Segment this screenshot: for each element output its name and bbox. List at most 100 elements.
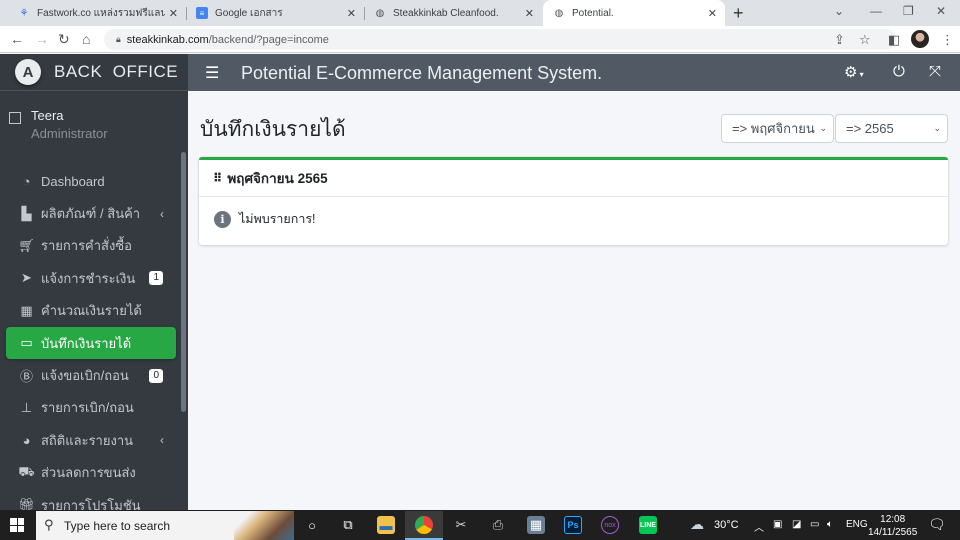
share-icon[interactable]: ⇪ bbox=[834, 32, 845, 48]
taskbar-search-box[interactable]: ⚲ Type here to search bbox=[36, 511, 294, 540]
app-icon[interactable]: ✂ bbox=[452, 516, 470, 534]
back-button[interactable]: ← bbox=[10, 31, 24, 47]
fastwork-icon: ⚘ bbox=[19, 7, 29, 19]
restore-button[interactable]: ❐ bbox=[903, 4, 914, 18]
file-explorer-icon[interactable]: ▬ bbox=[377, 516, 395, 534]
sidebar-item-payment-notify[interactable]: ➤ แจ้งการชำระเงิน 1 bbox=[0, 262, 176, 294]
url-host: steakkinkab.com bbox=[126, 33, 209, 46]
fullscreen-icon[interactable]: ⤧ bbox=[929, 63, 941, 80]
forward-button[interactable]: → bbox=[35, 31, 49, 47]
tab-title: Fastwork.co แหล่งรวมฟรีแลนซ์คุณภ bbox=[37, 7, 165, 19]
globe-icon: ◍ bbox=[375, 7, 385, 19]
sidebar-item-dashboard[interactable]: ◔ Dashboard bbox=[0, 165, 176, 197]
browser-tab[interactable]: ⚘ Fastwork.co แหล่งรวมฟรีแลนซ์คุณภ ✕ bbox=[8, 0, 186, 26]
language-indicator[interactable]: ENG bbox=[846, 519, 868, 530]
sidebar-item-label: รายการเบิก/ถอน bbox=[41, 400, 134, 416]
tray-chevron-up-icon[interactable]: ︿ bbox=[754, 519, 764, 534]
chevron-left-icon: ‹ bbox=[160, 206, 164, 221]
url-input[interactable]: 🔒︎ steakkinkab.com/backend/?page=income bbox=[104, 29, 896, 50]
user-role: Administrator bbox=[31, 126, 108, 141]
car-icon: ⛟ bbox=[18, 463, 35, 479]
month-select[interactable]: => พฤศจิกายน ⌄ bbox=[721, 114, 834, 143]
weather-icon: ☁ bbox=[690, 516, 704, 532]
sidebar-item-withdraw-request[interactable]: Ⓑ แจ้งขอเบิก/ถอน 0 bbox=[0, 359, 176, 391]
reload-button[interactable]: ↻ bbox=[58, 31, 70, 48]
browser-tab-active[interactable]: ◍ Potential. ✕ bbox=[543, 0, 725, 26]
tray-app-icon[interactable]: ◪ bbox=[792, 519, 801, 530]
user-panel[interactable]: Teera Administrator bbox=[0, 91, 188, 149]
close-tab-icon[interactable]: ✕ bbox=[169, 7, 178, 20]
income-card: ⠿ พฤศจิกายน 2565 i ไม่พบรายการ! bbox=[199, 157, 948, 245]
sidebar-item-withdraw-list[interactable]: ⊥ รายการเบิก/ถอน bbox=[0, 392, 176, 424]
sidebar-item-statistics[interactable]: ◕ สถิติและรายงาน ‹ bbox=[0, 424, 176, 456]
notification-center-icon[interactable]: 🗨︎ bbox=[928, 516, 946, 533]
browser-tab-bar: ⚘ Fastwork.co แหล่งรวมฟรีแลนซ์คุณภ ✕ ≡ G… bbox=[0, 0, 960, 26]
address-bar-row: ← → ↻ ⌂ 🔒︎ steakkinkab.com/backend/?page… bbox=[0, 26, 960, 53]
profile-avatar[interactable] bbox=[911, 30, 929, 48]
close-tab-icon[interactable]: ✕ bbox=[525, 7, 534, 20]
hamburger-menu-icon[interactable]: ☰ bbox=[205, 63, 219, 83]
new-tab-button[interactable]: + bbox=[733, 3, 744, 24]
weather-temp[interactable]: 30°C bbox=[714, 519, 739, 531]
sidebar-item-income-calc[interactable]: ▦ คำนวณเงินรายได้ bbox=[0, 295, 176, 327]
browser-menu-icon[interactable]: ⋮ bbox=[941, 32, 954, 48]
info-icon: i bbox=[214, 210, 231, 228]
system-title: Potential E-Commerce Management System. bbox=[241, 63, 603, 83]
tray-meet-icon[interactable]: ▣ bbox=[773, 519, 782, 530]
volume-icon[interactable]: 🔈︎ bbox=[827, 519, 833, 530]
sidebar-item-label: แจ้งขอเบิก/ถอน bbox=[41, 368, 129, 384]
sidebar-item-label: บันทึกเงินรายได้ bbox=[41, 335, 132, 351]
battery-icon[interactable]: ▭ bbox=[810, 519, 819, 530]
globe-icon: ◍ bbox=[554, 7, 564, 19]
settings-gear-icon[interactable]: ⚙ ▾ bbox=[844, 63, 864, 81]
chrome-icon[interactable] bbox=[415, 516, 433, 534]
tab-title: Steakkinkab Cleanfood. bbox=[393, 7, 499, 19]
bookmark-star-icon[interactable]: ☆ bbox=[859, 32, 871, 48]
sidebar-item-label: รายการคำสั่งซื้อ bbox=[41, 238, 132, 254]
sidebar-item-label: ส่วนลดการขนส่ง bbox=[41, 465, 136, 481]
sidebar-item-promotions[interactable]: 🎁︎ รายการโปรโมชัน bbox=[0, 489, 176, 510]
cortana-icon[interactable]: ○ bbox=[303, 516, 321, 534]
chevron-down-icon: ⌄ bbox=[933, 123, 941, 133]
calculator-app-icon[interactable]: ▦ bbox=[527, 516, 545, 534]
products-icon: ▙ bbox=[21, 205, 32, 221]
sidebar-item-income-record[interactable]: ▭ บันทึกเงินรายได้ bbox=[6, 326, 176, 360]
minimize-button[interactable]: — bbox=[870, 4, 882, 18]
windows-start-icon[interactable] bbox=[10, 518, 24, 532]
browser-tab[interactable]: ◍ Steakkinkab Cleanfood. ✕ bbox=[364, 0, 542, 26]
sidebar-item-orders[interactable]: 🛒︎ รายการคำสั่งซื้อ bbox=[0, 230, 176, 262]
task-view-icon[interactable]: ⧉ bbox=[339, 516, 357, 534]
browser-tab[interactable]: ≡ Google เอกสาร ✕ bbox=[186, 0, 364, 26]
close-window-button[interactable]: ✕ bbox=[936, 4, 946, 18]
photoshop-icon[interactable]: Ps bbox=[564, 516, 582, 534]
close-tab-icon[interactable]: ✕ bbox=[708, 7, 717, 20]
windows-taskbar: ⚲ Type here to search ○ ⧉ ▬ ✂ ⎙ ▦ Ps nox… bbox=[0, 510, 960, 540]
brand-link[interactable]: A BACK OFFICE bbox=[0, 54, 188, 91]
bitcoin-icon: Ⓑ bbox=[19, 369, 33, 385]
sidebar-scrollbar[interactable] bbox=[181, 152, 186, 412]
year-select[interactable]: => 2565 ⌄ bbox=[835, 114, 948, 143]
sidebar-item-shipping-discount[interactable]: ⛟ ส่วนลดการขนส่ง bbox=[0, 457, 176, 489]
chart-pie-icon: ◕ bbox=[22, 432, 31, 448]
gift-icon: 🎁︎ bbox=[18, 497, 35, 510]
sidebar-item-products[interactable]: ▙ ผลิตภัณฑ์ / สินค้า ‹ bbox=[0, 197, 176, 229]
tab-title: Google เอกสาร bbox=[215, 7, 283, 19]
clock[interactable]: 12:08 14/11/2565 bbox=[868, 513, 917, 539]
close-tab-icon[interactable]: ✕ bbox=[347, 7, 356, 20]
page-title: บันทึกเงินรายได้ bbox=[200, 118, 346, 141]
card-title: พฤศจิกายน 2565 bbox=[227, 171, 328, 186]
home-button[interactable]: ⌂ bbox=[82, 31, 90, 47]
wallet-icon: ▭ bbox=[20, 335, 33, 351]
url-path: /backend/?page=income bbox=[208, 33, 329, 46]
line-icon[interactable]: LINE bbox=[639, 516, 657, 534]
paper-plane-icon: ➤ bbox=[21, 270, 32, 286]
sidebar-item-label: Dashboard bbox=[41, 173, 105, 189]
nox-icon[interactable]: nox bbox=[601, 516, 619, 534]
user-name[interactable]: Teera bbox=[31, 108, 64, 123]
power-icon[interactable]: ⏻ bbox=[893, 63, 905, 80]
tab-search-chevron-icon[interactable]: ⌄ bbox=[834, 4, 844, 18]
year-select-value: => 2565 bbox=[846, 121, 894, 136]
chevron-down-icon: ⌄ bbox=[819, 123, 827, 133]
printer-app-icon[interactable]: ⎙ bbox=[489, 516, 507, 534]
side-panel-icon[interactable]: ◧ bbox=[888, 32, 900, 48]
